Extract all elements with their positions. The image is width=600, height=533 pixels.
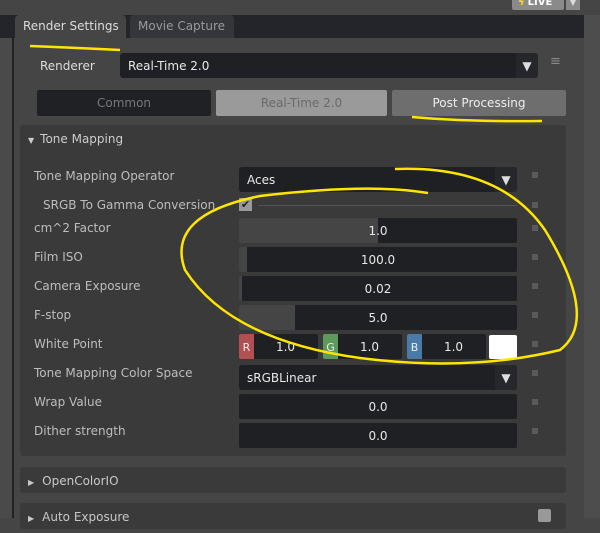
slider-fill	[239, 305, 295, 330]
menu-icon[interactable]: ≡	[550, 55, 564, 68]
triangle-right-icon: ▶	[28, 514, 35, 523]
white-point-g-field[interactable]: G 1.0	[323, 334, 402, 359]
white-point-swatch[interactable]	[489, 335, 517, 359]
reset-dot[interactable]	[532, 428, 538, 434]
color-space-label: Tone Mapping Color Space	[34, 366, 193, 380]
exposure-label: Camera Exposure	[34, 279, 141, 293]
tab-movie-capture[interactable]: Movie Capture	[130, 15, 234, 38]
fstop-value: 5.0	[368, 311, 388, 325]
top-bar	[0, 0, 600, 15]
reset-dot[interactable]	[532, 225, 538, 231]
iso-slider[interactable]: 100.0	[239, 247, 517, 272]
renderer-dropdown[interactable]: Real-Time 2.0 ▼	[120, 53, 538, 78]
reset-dot[interactable]	[532, 399, 538, 405]
live-label: LIVE	[527, 0, 553, 8]
live-badge[interactable]: ϟ LIVE	[512, 0, 564, 10]
divider	[259, 205, 517, 206]
exposure-value: 0.02	[364, 282, 392, 296]
triangle-right-icon: ▶	[28, 478, 35, 487]
fstop-slider[interactable]: 5.0	[239, 305, 517, 330]
exposure-slider[interactable]: 0.02	[239, 276, 517, 301]
tab-real-time[interactable]: Real-Time 2.0	[216, 90, 387, 116]
dither-field[interactable]: 0.0	[239, 423, 517, 448]
cm2-slider[interactable]: 1.0	[239, 218, 517, 243]
tone-mapping-header[interactable]: ▼ Tone Mapping	[28, 132, 123, 146]
slider-fill	[239, 276, 242, 301]
reset-dot[interactable]	[532, 172, 538, 178]
wrap-label: Wrap Value	[34, 395, 102, 409]
cm2-label: cm^2 Factor	[34, 221, 111, 235]
reset-dot[interactable]	[532, 341, 538, 347]
left-panel	[0, 38, 14, 518]
opencolorio-section[interactable]: ▶ OpenColorIO	[20, 467, 566, 493]
live-dropdown-button[interactable]: ▼	[566, 0, 580, 10]
chevron-down-icon: ▼	[495, 365, 517, 390]
section-title: OpenColorIO	[42, 474, 119, 488]
tab-common[interactable]: Common	[37, 90, 211, 116]
triangle-down-icon: ▼	[28, 136, 35, 145]
g-channel-label: G	[323, 334, 338, 359]
reset-dot[interactable]	[532, 283, 538, 289]
section-title: Auto Exposure	[42, 510, 130, 524]
reset-dot[interactable]	[532, 370, 538, 376]
color-space-dropdown[interactable]: sRGBLinear ▼	[239, 365, 517, 390]
color-space-value: sRGBLinear	[247, 371, 317, 385]
dither-label: Dither strength	[34, 424, 126, 438]
reset-dot[interactable]	[532, 312, 538, 318]
auto-exposure-section[interactable]: ▶ Auto Exposure	[20, 503, 566, 529]
operator-label: Tone Mapping Operator	[34, 169, 175, 183]
r-channel-label: R	[239, 334, 254, 359]
reset-dot[interactable]	[532, 202, 538, 208]
g-value: 1.0	[359, 340, 380, 354]
wrap-field[interactable]: 0.0	[239, 394, 517, 419]
b-channel-label: B	[407, 334, 422, 359]
fstop-label: F-stop	[34, 308, 72, 322]
dither-value: 0.0	[368, 429, 388, 443]
b-value: 1.0	[443, 340, 464, 354]
wrap-value: 0.0	[368, 400, 388, 414]
tab-post-processing[interactable]: Post Processing	[392, 90, 566, 116]
renderer-label: Renderer	[40, 59, 95, 73]
slider-fill	[239, 218, 378, 243]
tab-render-settings[interactable]: Render Settings	[15, 15, 126, 38]
chevron-down-icon: ▼	[516, 53, 538, 78]
cm2-value: 1.0	[368, 224, 388, 238]
operator-dropdown[interactable]: Aces ▼	[239, 167, 517, 192]
section-title: Tone Mapping	[40, 132, 124, 146]
auto-exposure-checkbox[interactable]	[538, 509, 551, 522]
renderer-value: Real-Time 2.0	[128, 59, 210, 73]
operator-value: Aces	[247, 173, 276, 187]
chevron-down-icon: ▼	[495, 167, 517, 192]
white-point-label: White Point	[34, 337, 103, 351]
iso-value: 100.0	[360, 253, 396, 267]
iso-label: Film ISO	[34, 250, 83, 264]
white-point-r-field[interactable]: R 1.0	[239, 334, 318, 359]
right-edge	[584, 15, 600, 518]
slider-fill	[239, 247, 248, 272]
white-point-b-field[interactable]: B 1.0	[407, 334, 486, 359]
r-value: 1.0	[275, 340, 296, 354]
reset-dot[interactable]	[532, 254, 538, 260]
bolt-icon: ϟ	[518, 0, 525, 8]
srgb-checkbox[interactable]: ✔	[239, 198, 252, 211]
srgb-label: SRGB To Gamma Conversion	[43, 198, 216, 212]
